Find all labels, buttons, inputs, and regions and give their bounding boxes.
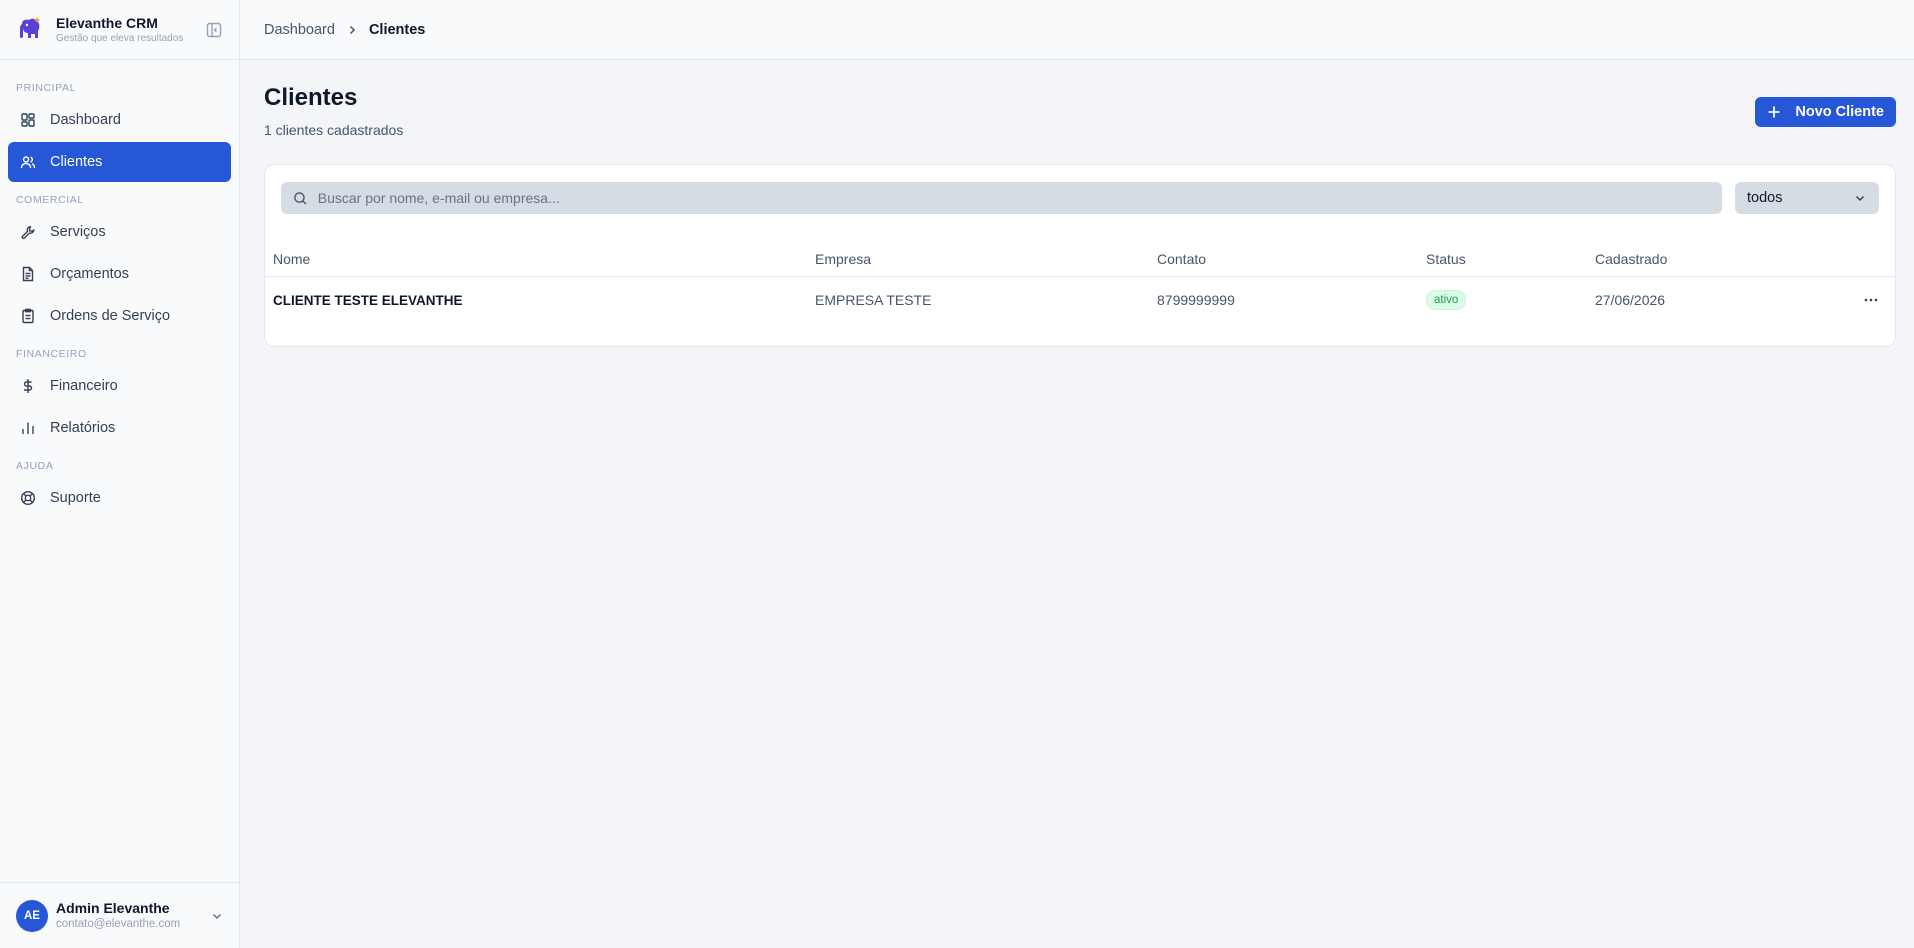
brand-name: Elevanthe CRM [56,14,158,31]
brand-header: Elevanthe CRM Gestão que eleva resultado… [0,0,239,60]
dollar-icon [23,379,33,393]
sidebar-item-relatorios[interactable]: Relatórios [8,408,231,448]
clients-card: todos Nome Empresa Contato Status Cadast… [264,164,1896,347]
nav-section-principal: PRINCIPAL [16,82,77,94]
status-filter-select[interactable]: todos [1735,182,1879,214]
status-filter-value: todos [1747,190,1783,206]
brand-tagline: Gestão que eleva resultados [56,32,184,44]
column-header-nome[interactable]: Nome [273,241,310,276]
file-text-icon [22,266,34,282]
chevron-right-icon [349,25,355,34]
client-contact: 8799999999 [1157,292,1235,308]
sidebar-collapse-icon[interactable] [205,21,223,39]
column-header-empresa[interactable]: Empresa [815,241,871,276]
sidebar-item-ordens-de-servico[interactable]: Ordens de Serviço [8,296,231,336]
users-icon [20,156,36,169]
sidebar-item-label: Ordens de Serviço [50,308,171,324]
new-client-button-label: Novo Cliente [1795,104,1884,120]
dashboard-icon [21,113,35,127]
sidebar: Elevanthe CRM Gestão que eleva resultado… [0,0,240,948]
client-created-date: 27/06/2026 [1595,292,1666,308]
client-company: EMPRESA TESTE [815,292,932,308]
sidebar-item-clientes[interactable]: Clientes [8,142,231,182]
page-title: Clientes [264,84,358,111]
sidebar-item-servicos[interactable]: Serviços [8,212,231,252]
elephant-logo-icon [20,16,40,38]
row-actions-button[interactable] [1863,277,1879,323]
chevron-down-icon [1855,195,1865,202]
wrench-icon [21,225,35,240]
sidebar-item-label: Clientes [50,154,103,170]
breadcrumb-dashboard-link[interactable]: Dashboard [264,22,335,38]
breadcrumb: Dashboard Clientes [240,0,1914,60]
nav-section-comercial: COMERCIAL [16,194,84,206]
table-row[interactable]: CLIENTE TESTE ELEVANTHE EMPRESA TESTE 87… [265,277,1895,323]
bar-chart-icon [22,422,34,434]
client-name: CLIENTE TESTE ELEVANTHE [273,292,463,308]
new-client-button[interactable]: Novo Cliente [1755,97,1896,127]
column-header-cadastrado[interactable]: Cadastrado [1595,241,1667,276]
chevron-down-icon[interactable] [210,909,224,923]
column-header-contato[interactable]: Contato [1157,241,1206,276]
plus-icon [1768,106,1780,118]
sidebar-item-label: Orçamentos [50,266,129,282]
life-buoy-icon [20,490,36,506]
sidebar-item-label: Relatórios [50,420,116,436]
search-input[interactable] [317,190,1722,206]
main-content: Clientes 1 clientes cadastrados Novo Cli… [264,60,1896,347]
table-header: Nome Empresa Contato Status Cadastrado [265,241,1895,277]
status-cell: ativo [1426,277,1467,323]
nav-section-financeiro: FINANCEIRO [16,348,87,360]
sidebar-item-suporte[interactable]: Suporte [8,478,231,518]
page-header: Clientes 1 clientes cadastrados Novo Cli… [264,60,1896,164]
more-horizontal-icon [1864,298,1878,302]
sidebar-item-label: Serviços [50,224,106,240]
user-name: Admin Elevanthe [56,900,170,916]
sidebar-item-financeiro[interactable]: Financeiro [8,366,231,406]
search-icon [294,191,307,205]
breadcrumb-current: Clientes [368,21,426,38]
search-box[interactable] [281,182,1722,214]
avatar: AE [16,899,48,932]
clipboard-icon [22,308,34,324]
nav-section-ajuda: AJUDA [16,460,54,472]
sidebar-item-label: Suporte [50,490,101,506]
user-menu[interactable]: AE Admin Elevanthe contato@elevanthe.com [0,882,240,948]
sidebar-nav: PRINCIPAL Dashboard Clientes COMERCIAL S… [0,60,239,532]
status-badge: ativo [1426,290,1467,310]
column-header-status[interactable]: Status [1426,241,1466,276]
user-email: contato@elevanthe.com [56,918,181,930]
sidebar-item-dashboard[interactable]: Dashboard [8,100,231,140]
page-subtitle: 1 clientes cadastrados [264,122,404,138]
sidebar-item-label: Dashboard [50,112,121,128]
sidebar-item-orcamentos[interactable]: Orçamentos [8,254,231,294]
sidebar-item-label: Financeiro [50,378,118,394]
